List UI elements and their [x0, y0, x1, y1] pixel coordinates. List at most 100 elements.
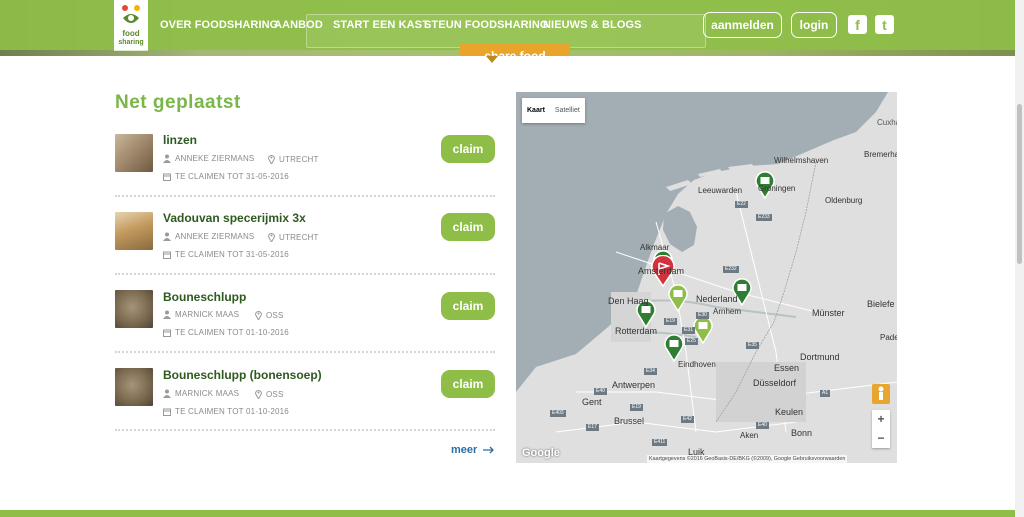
item-deadline-text: TE CLAIMEN TOT 31-05-2016: [175, 250, 289, 259]
nav-aanbod[interactable]: AANBOD: [274, 19, 323, 31]
map-label: Münster: [812, 308, 845, 318]
logo-mark-icon: [122, 5, 140, 23]
map-type-control: Kaart Satelliet: [522, 98, 585, 123]
map-label: Cuxha: [877, 118, 897, 127]
nav-over-foodsharing[interactable]: OVER FOODSHARING: [160, 19, 278, 31]
aanmelden-button[interactable]: aanmelden: [703, 12, 782, 38]
map-label: Alkmaar: [640, 243, 670, 252]
claim-button[interactable]: claim: [441, 370, 495, 398]
list-item: Vadouvan specerijmix 3x ANNEKE ZIERMANS …: [115, 211, 495, 290]
item-location: OSS: [255, 310, 284, 320]
road-shield: E17: [586, 424, 599, 431]
section-title: Net geplaatst: [115, 92, 241, 113]
arrow-right-icon: [483, 446, 495, 454]
map-marker-icon[interactable]: [663, 334, 685, 362]
user-icon: [163, 389, 171, 398]
item-thumbnail[interactable]: [115, 290, 153, 328]
map-type-kaart[interactable]: Kaart: [522, 98, 550, 123]
road-shield: E22: [735, 201, 748, 208]
map-label: Gent: [582, 397, 602, 407]
nav-steun-foodsharing[interactable]: STEUN FOODSHARING: [424, 19, 549, 31]
road-shield: E40: [594, 388, 607, 395]
hero-slogan: share food: [460, 44, 570, 56]
map-label: Aken: [740, 431, 759, 440]
nav-start-een-kast[interactable]: START EEN KAST: [333, 19, 429, 31]
map-attribution[interactable]: Kaartgegevens ©2016 GeoBasis-DE/BKG (©20…: [647, 455, 848, 464]
item-deadline: TE CLAIMEN TOT 31-05-2016: [163, 250, 289, 259]
item-divider: [115, 195, 495, 197]
road-shield: E42: [681, 416, 694, 423]
item-user-name: ANNEKE ZIERMANS: [175, 232, 255, 241]
map-label: Bonn: [791, 428, 813, 438]
road-shield: E232: [723, 266, 739, 273]
map-label: Antwerpen: [612, 380, 656, 390]
item-title[interactable]: Bouneschlupp: [163, 290, 246, 304]
item-deadline: TE CLAIMEN TOT 31-05-2016: [163, 172, 289, 181]
foodsharing-logo[interactable]: food sharing: [114, 0, 148, 51]
item-divider: [115, 429, 495, 431]
item-user: ANNEKE ZIERMANS: [163, 232, 254, 241]
scrollbar-thumb[interactable]: [1017, 104, 1022, 264]
road-shield: E411: [652, 439, 668, 446]
item-user: MARNICK MAAS: [163, 389, 239, 398]
road-shield: E40: [756, 422, 769, 429]
item-location-name: OSS: [266, 311, 284, 320]
item-location-name: UTRECHT: [279, 233, 319, 242]
item-deadline: TE CLAIMEN TOT 01-10-2016: [163, 407, 289, 416]
location-pin-icon: [268, 233, 275, 242]
more-link[interactable]: meer: [451, 444, 495, 456]
map-label: Bremerha: [864, 150, 897, 159]
map-label: Eindhoven: [678, 360, 716, 369]
calendar-icon: [163, 329, 171, 337]
map-label: Dortmund: [800, 352, 840, 362]
road-shield: E19: [630, 404, 643, 411]
item-thumbnail[interactable]: [115, 134, 153, 172]
item-title[interactable]: Vadouvan specerijmix 3x: [163, 211, 306, 225]
twitter-icon[interactable]: t: [875, 15, 894, 34]
claim-button[interactable]: claim: [441, 135, 495, 163]
map-label: Keulen: [775, 407, 804, 417]
claim-button[interactable]: claim: [441, 213, 495, 241]
map-label: Brussel: [614, 416, 645, 426]
item-thumbnail[interactable]: [115, 368, 153, 406]
location-pin-icon: [268, 155, 275, 164]
map-type-satelliet[interactable]: Satelliet: [550, 98, 585, 123]
location-pin-icon: [255, 390, 262, 399]
map-label: Groningen: [758, 184, 796, 193]
map-label: Leeuwarden: [698, 186, 743, 195]
claim-button[interactable]: claim: [441, 292, 495, 320]
calendar-icon: [163, 173, 171, 181]
login-button[interactable]: login: [791, 12, 837, 38]
road-shield: E19: [664, 318, 677, 325]
map-view[interactable]: Cuxha Bremerha Wilhelmshaven Leeuwarden …: [516, 92, 897, 463]
item-location-name: OSS: [266, 390, 284, 399]
zoom-in-button[interactable]: +: [872, 410, 890, 429]
road-shield: E233: [756, 214, 772, 221]
zoom-out-button[interactable]: −: [872, 429, 890, 448]
map-label: Nederland: [696, 294, 738, 304]
pegman-icon: [878, 386, 884, 400]
list-item: linzen ANNEKE ZIERMANS UTRECHT TE CLAIME…: [115, 133, 495, 212]
item-title[interactable]: linzen: [163, 133, 197, 147]
nav-nieuws-blogs[interactable]: NIEUWS & BLOGS: [543, 19, 642, 31]
map-label: Wilhelmshaven: [774, 156, 829, 165]
road-shield: E30: [696, 312, 709, 319]
map-label: Den Haag: [608, 296, 649, 306]
item-user-name: MARNICK MAAS: [175, 389, 240, 398]
street-view-pegman-icon[interactable]: [872, 384, 890, 404]
map-marker-icon[interactable]: [667, 284, 689, 312]
item-location: UTRECHT: [268, 232, 319, 242]
list-item: Bouneschlupp (bonensoep) MARNICK MAAS OS…: [115, 368, 495, 446]
item-user: MARNICK MAAS: [163, 310, 239, 319]
map-label: Rotterdam: [615, 326, 658, 336]
road-shield: E34: [644, 368, 657, 375]
logo-text-food: food: [122, 29, 140, 38]
location-pin-icon: [255, 311, 262, 320]
item-title[interactable]: Bouneschlupp (bonensoep): [163, 368, 322, 382]
road-shield: E403: [550, 410, 566, 417]
facebook-icon[interactable]: f: [848, 15, 867, 34]
item-user: ANNEKE ZIERMANS: [163, 154, 254, 163]
road-shield: E35: [746, 342, 759, 349]
item-thumbnail[interactable]: [115, 212, 153, 250]
map-label: Düsseldorf: [753, 378, 797, 388]
